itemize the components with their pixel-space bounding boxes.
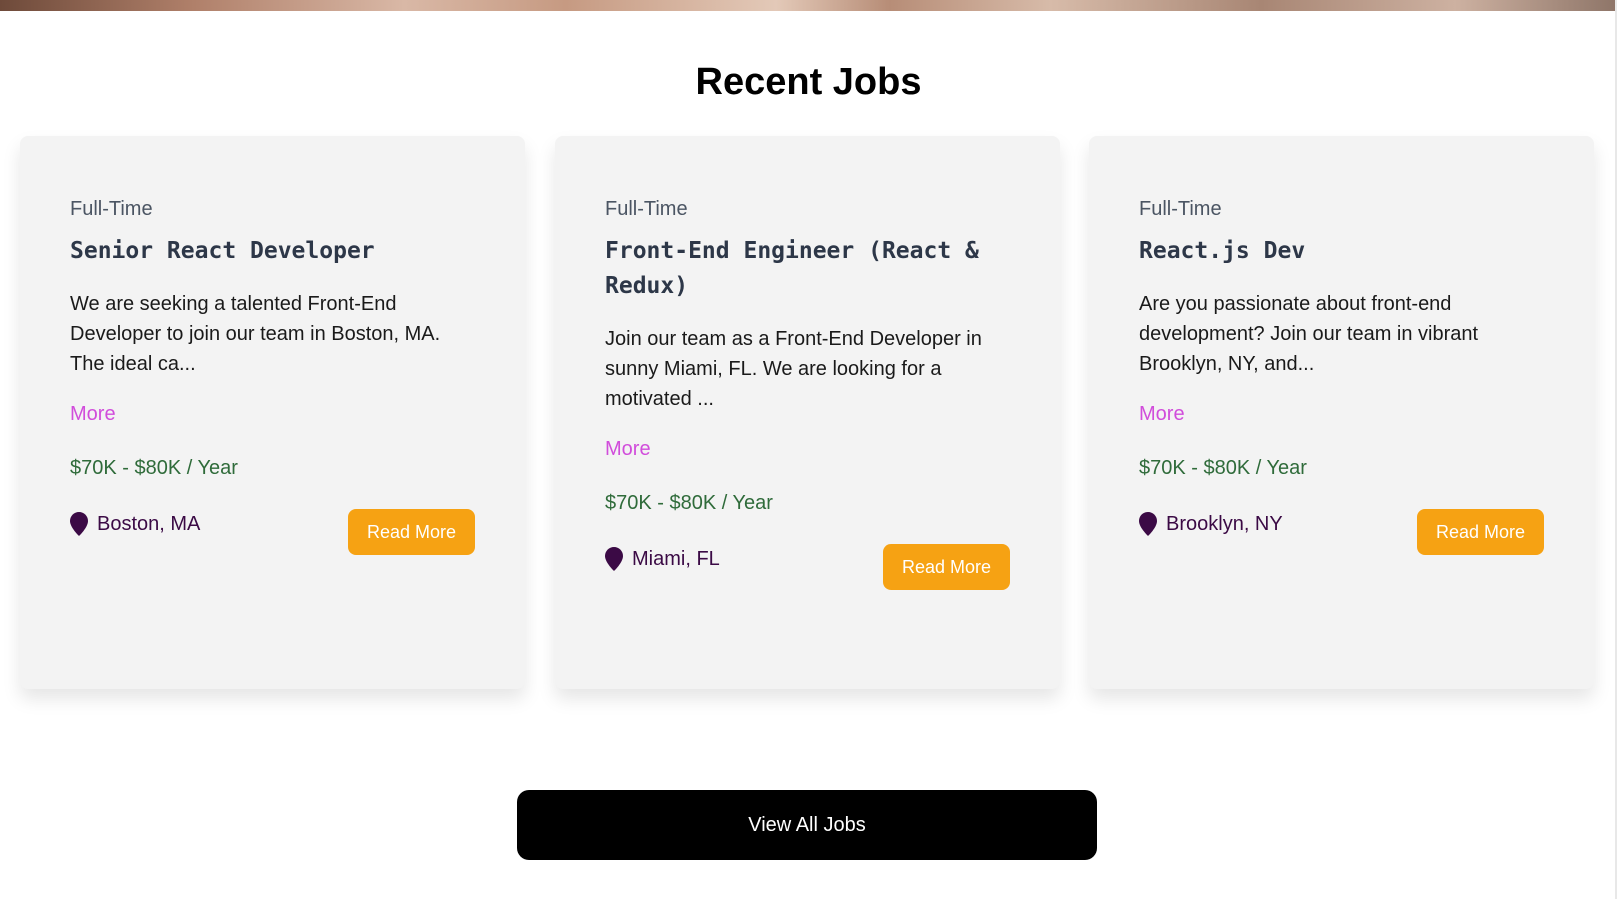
job-type: Full-Time bbox=[605, 198, 688, 220]
job-card-footer: Brooklyn, NY Read More bbox=[1139, 509, 1544, 555]
read-more-button[interactable]: Read More bbox=[1417, 509, 1544, 555]
job-title: Senior React Developer bbox=[70, 238, 375, 264]
job-card-footer: Miami, FL Read More bbox=[605, 544, 1010, 590]
job-card: Full-Time React.js Dev Are you passionat… bbox=[1089, 136, 1594, 689]
read-more-button[interactable]: Read More bbox=[348, 509, 475, 555]
job-location: Miami, FL bbox=[605, 546, 720, 572]
hero-image-strip bbox=[0, 0, 1617, 11]
job-description: Are you passionate about front-end devel… bbox=[1139, 293, 1479, 375]
more-link[interactable]: More bbox=[70, 401, 116, 427]
section-title: Recent Jobs bbox=[695, 61, 922, 103]
job-salary: $70K - $80K / Year bbox=[605, 492, 773, 514]
job-type: Full-Time bbox=[1139, 198, 1222, 220]
map-pin-icon bbox=[1139, 512, 1157, 536]
view-all-jobs-button[interactable]: View All Jobs bbox=[517, 790, 1097, 860]
job-cards-grid: Full-Time Senior React Developer We are … bbox=[20, 136, 1596, 689]
read-more-button[interactable]: Read More bbox=[883, 544, 1010, 590]
job-card-footer: Boston, MA Read More bbox=[70, 509, 475, 555]
job-description: We are seeking a talented Front-End Deve… bbox=[70, 293, 441, 375]
job-salary: $70K - $80K / Year bbox=[70, 457, 238, 479]
job-type: Full-Time bbox=[70, 198, 153, 220]
map-pin-icon bbox=[605, 547, 623, 571]
job-card: Full-Time Front-End Engineer (React & Re… bbox=[555, 136, 1060, 689]
more-link[interactable]: More bbox=[605, 436, 651, 462]
job-location-label: Miami, FL bbox=[632, 548, 720, 570]
job-location-label: Boston, MA bbox=[97, 513, 201, 535]
job-salary: $70K - $80K / Year bbox=[1139, 457, 1307, 479]
job-card: Full-Time Senior React Developer We are … bbox=[20, 136, 525, 689]
job-title: Front-End Engineer (React & Redux) bbox=[605, 238, 979, 299]
more-link[interactable]: More bbox=[1139, 401, 1185, 427]
map-pin-icon bbox=[70, 512, 88, 536]
job-location: Boston, MA bbox=[70, 511, 200, 537]
job-title: React.js Dev bbox=[1139, 238, 1306, 264]
job-description: Join our team as a Front-End Developer i… bbox=[605, 328, 982, 410]
job-location-label: Brooklyn, NY bbox=[1166, 513, 1283, 535]
page: Recent Jobs Full-Time Senior React Devel… bbox=[0, 0, 1617, 899]
job-location: Brooklyn, NY bbox=[1139, 511, 1283, 537]
